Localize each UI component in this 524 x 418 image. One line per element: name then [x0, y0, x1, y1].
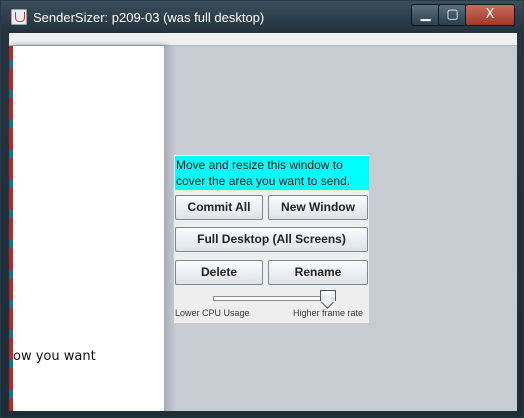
minimize-button[interactable]: ▁ — [411, 4, 440, 26]
sender-control-panel: Move and resize this window to cover the… — [174, 155, 369, 323]
framerate-slider-track[interactable] — [213, 296, 334, 301]
instruction-text: Move and resize this window to cover the… — [175, 156, 369, 190]
window-title: SenderSizer: p209-03 (was full desktop) — [33, 10, 265, 25]
framerate-slider-thumb[interactable] — [319, 290, 336, 301]
java-app-icon[interactable] — [11, 9, 27, 25]
delete-button[interactable]: Delete — [175, 260, 263, 285]
rename-button[interactable]: Rename — [268, 260, 368, 285]
close-button[interactable]: X — [465, 4, 515, 26]
sendersizer-window: SenderSizer: p209-03 (was full desktop) … — [0, 0, 524, 418]
new-window-button[interactable]: New Window — [268, 195, 368, 220]
title-bar[interactable]: SenderSizer: p209-03 (was full desktop) … — [1, 1, 523, 33]
window-client-area: ow you want Move and resize this window … — [9, 33, 517, 411]
slider-low-label: Lower CPU Usage — [175, 308, 250, 318]
slider-high-label: Higher frame rate — [293, 308, 364, 318]
commit-all-button[interactable]: Commit All — [175, 195, 263, 220]
background-partial-text: ow you want — [13, 349, 96, 364]
top-strip — [9, 33, 517, 46]
full-desktop-button[interactable]: Full Desktop (All Screens) — [175, 227, 368, 252]
maximize-button[interactable]: ▢ — [438, 4, 467, 26]
background-document-panel: ow you want — [9, 46, 164, 411]
